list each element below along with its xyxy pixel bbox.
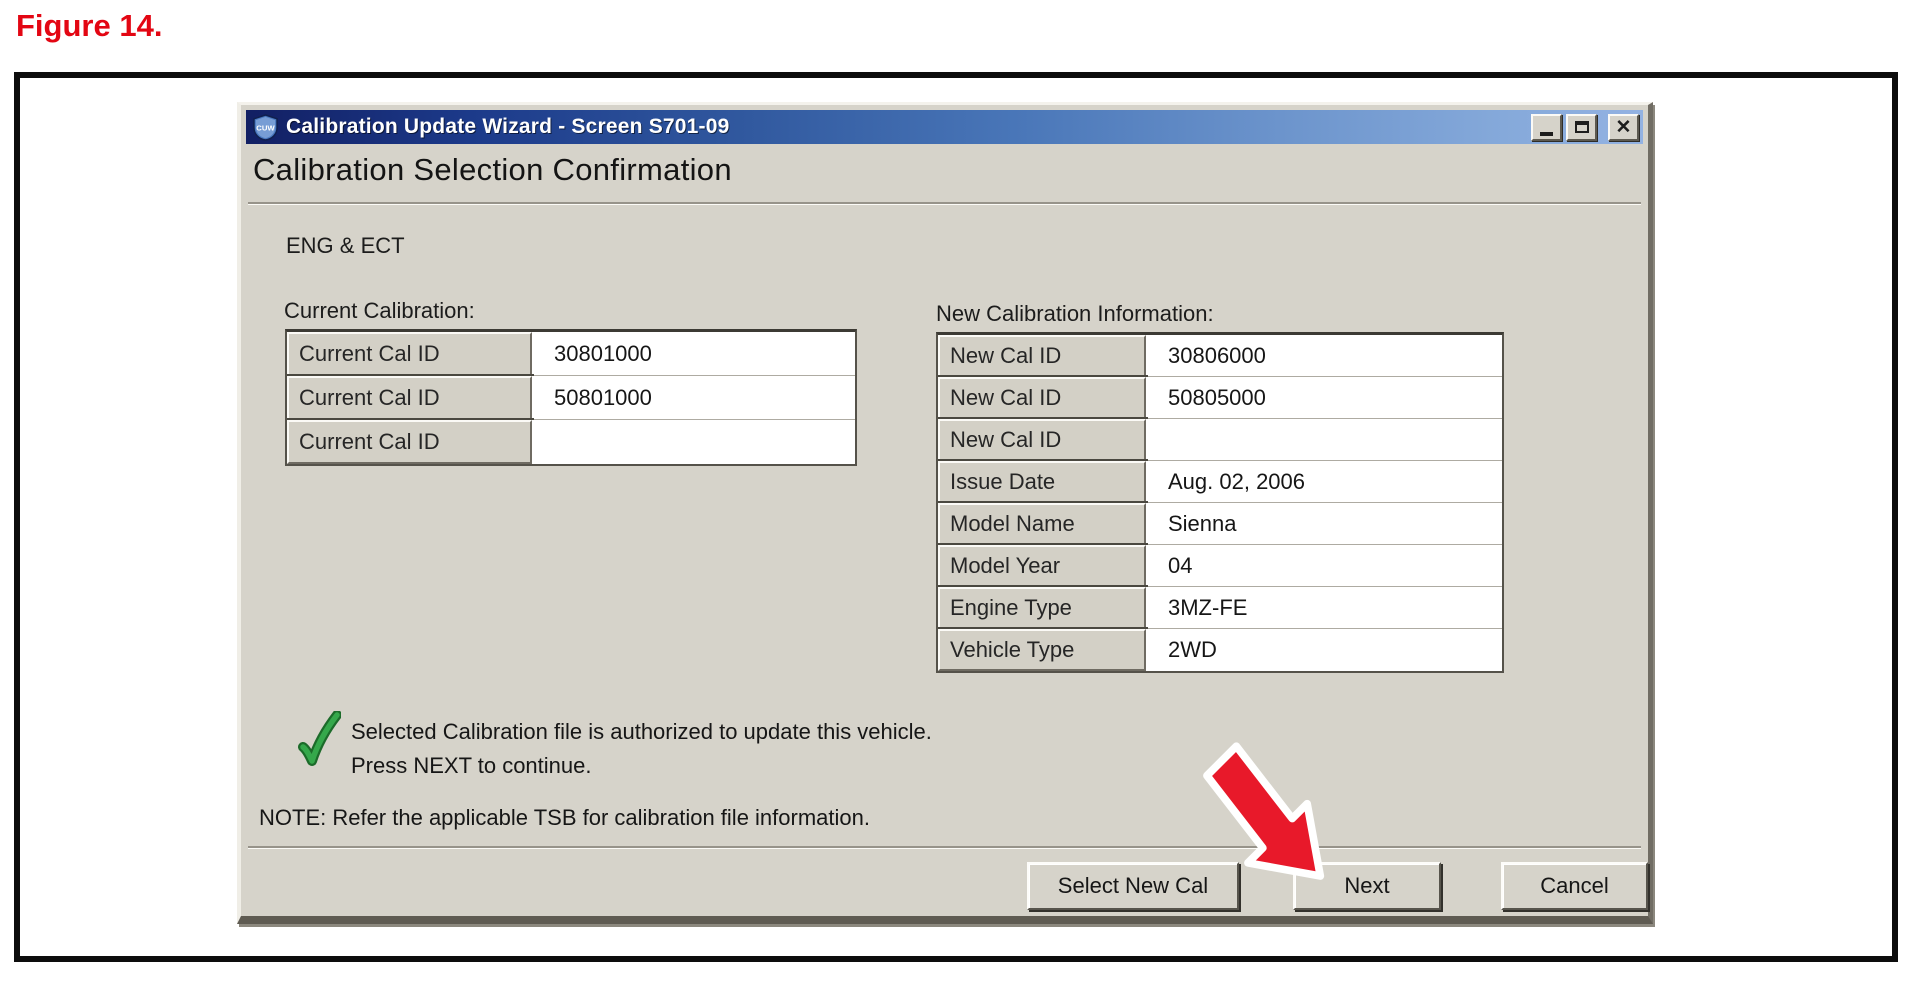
row-value: Aug. 02, 2006 xyxy=(1146,461,1502,503)
table-row: Current Cal ID xyxy=(287,420,855,464)
new-calibration-title: New Calibration Information: xyxy=(936,301,1214,327)
svg-text:CUW: CUW xyxy=(256,123,275,132)
ecu-label: ENG & ECT xyxy=(286,233,405,259)
footer-divider xyxy=(248,846,1641,849)
close-icon: ✕ xyxy=(1616,118,1632,137)
row-label: Model Year xyxy=(938,545,1146,587)
maximize-button[interactable] xyxy=(1566,114,1597,141)
table-row: Issue Date Aug. 02, 2006 xyxy=(938,461,1502,503)
table-row: Model Name Sienna xyxy=(938,503,1502,545)
row-value: 04 xyxy=(1146,545,1502,587)
close-button[interactable]: ✕ xyxy=(1608,114,1639,141)
table-row: Current Cal ID 50801000 xyxy=(287,376,855,420)
row-label: Current Cal ID xyxy=(287,376,532,420)
row-label: Model Name xyxy=(938,503,1146,545)
window-title: Calibration Update Wizard - Screen S701-… xyxy=(286,115,730,139)
press-next-message: Press NEXT to continue. xyxy=(351,753,592,779)
row-value: 30801000 xyxy=(532,332,855,376)
maximize-icon xyxy=(1575,121,1589,133)
table-row: Engine Type 3MZ-FE xyxy=(938,587,1502,629)
heading-divider xyxy=(248,202,1641,205)
next-button[interactable]: Next xyxy=(1293,862,1441,910)
current-calibration-table: Current Cal ID 30801000 Current Cal ID 5… xyxy=(285,329,857,466)
cancel-button[interactable]: Cancel xyxy=(1501,862,1648,910)
table-row: Current Cal ID 30801000 xyxy=(287,332,855,376)
tsb-note: NOTE: Refer the applicable TSB for calib… xyxy=(259,805,870,831)
table-row: New Cal ID 50805000 xyxy=(938,377,1502,419)
minimize-button[interactable] xyxy=(1531,114,1562,141)
row-label: Current Cal ID xyxy=(287,332,532,376)
row-value: 50801000 xyxy=(532,376,855,420)
row-value xyxy=(1146,419,1502,461)
authorization-message: Selected Calibration file is authorized … xyxy=(351,719,932,745)
row-value xyxy=(532,420,855,464)
row-label: New Cal ID xyxy=(938,419,1146,461)
window-controls: ✕ xyxy=(1531,114,1639,141)
table-row: New Cal ID xyxy=(938,419,1502,461)
figure-caption: Figure 14. xyxy=(16,8,162,44)
row-label: Engine Type xyxy=(938,587,1146,629)
table-row: Model Year 04 xyxy=(938,545,1502,587)
row-label: New Cal ID xyxy=(938,335,1146,377)
cuw-shield-icon: CUW xyxy=(252,114,279,141)
table-row: Vehicle Type 2WD xyxy=(938,629,1502,671)
row-label: Current Cal ID xyxy=(287,420,532,464)
row-value: 2WD xyxy=(1146,629,1502,671)
row-value: 3MZ-FE xyxy=(1146,587,1502,629)
row-value: 30806000 xyxy=(1146,335,1502,377)
title-bar[interactable]: CUW Calibration Update Wizard - Screen S… xyxy=(246,110,1643,144)
green-checkmark-icon xyxy=(297,711,341,769)
new-calibration-table: New Cal ID 30806000 New Cal ID 50805000 … xyxy=(936,332,1504,673)
current-calibration-title: Current Calibration: xyxy=(284,298,475,324)
row-value: Sienna xyxy=(1146,503,1502,545)
figure-border-frame: CUW Calibration Update Wizard - Screen S… xyxy=(14,72,1898,962)
select-new-cal-button[interactable]: Select New Cal xyxy=(1027,862,1239,910)
calibration-update-wizard-window: CUW Calibration Update Wizard - Screen S… xyxy=(237,102,1653,924)
page-title: Calibration Selection Confirmation xyxy=(253,152,732,188)
row-value: 50805000 xyxy=(1146,377,1502,419)
row-label: Vehicle Type xyxy=(938,629,1146,671)
row-label: New Cal ID xyxy=(938,377,1146,419)
minimize-icon xyxy=(1540,132,1553,136)
row-label: Issue Date xyxy=(938,461,1146,503)
table-row: New Cal ID 30806000 xyxy=(938,335,1502,377)
